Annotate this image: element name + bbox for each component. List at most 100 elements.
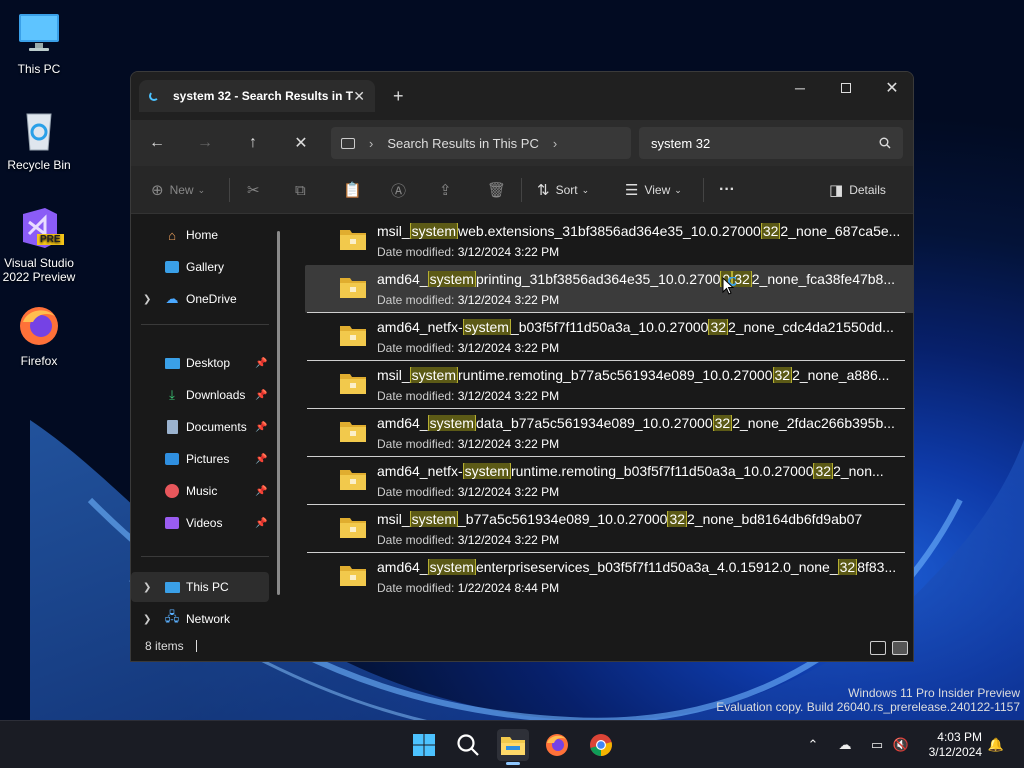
chevron-right-icon[interactable]: ❯ [143, 294, 151, 305]
name-segment: web.extensions_31bf3856ad364e35_10.0.270… [458, 223, 761, 239]
show-hidden-icons-button[interactable]: ⌃ [803, 735, 823, 755]
nav-item-onedrive[interactable]: ❯ ☁ OneDrive [131, 284, 269, 314]
recycle-bin-icon [15, 106, 63, 154]
back-button[interactable]: ← [144, 130, 170, 156]
result-date-modified: Date modified: 3/12/2024 3:22 PM [377, 389, 559, 403]
rename-button[interactable]: Ⓐ [391, 178, 412, 202]
nav-item-gallery[interactable]: Gallery [131, 252, 269, 282]
nav-item-downloads[interactable]: ⤓ Downloads 📌 [131, 380, 269, 410]
breadcrumb-segment[interactable]: Search Results in This PC [387, 136, 539, 151]
forward-button[interactable]: → [192, 130, 218, 156]
result-name: msil_ system runtime.remoting_b77a5c561934… [377, 367, 907, 383]
new-button[interactable]: ⊕ New ⌄ [151, 178, 205, 202]
date-modified-label: Date modified: [377, 341, 458, 355]
delete-button[interactable]: 🗑 [487, 178, 512, 202]
volume-muted-icon[interactable]: 🔇 [891, 735, 911, 755]
search-match-highlight: system [409, 367, 459, 383]
search-button[interactable] [452, 729, 484, 761]
result-row[interactable]: amd64_ system enterpriseservices_b03f5f7f1… [305, 553, 913, 601]
nav-item-network[interactable]: ❯ 🖧 Network [131, 604, 269, 634]
copy-button[interactable]: ⧉ [295, 178, 312, 202]
breadcrumb-chevron-icon: › [369, 135, 374, 151]
result-date-modified: Date modified: 3/12/2024 3:22 PM [377, 293, 559, 307]
music-icon [163, 482, 181, 500]
firefox-icon [546, 734, 568, 756]
desktop-icon-firefox[interactable]: Firefox [1, 302, 77, 368]
maximize-button[interactable] [823, 72, 869, 104]
nav-item-label: Downloads [186, 388, 246, 402]
nav-item-pictures[interactable]: Pictures 📌 [131, 444, 269, 474]
nav-item-documents[interactable]: Documents 📌 [131, 412, 269, 442]
search-match-highlight: system [427, 271, 476, 287]
row-divider [307, 360, 905, 361]
sort-button[interactable]: ⇅ Sort ⌄ [537, 178, 589, 202]
downloads-icon: ⤓ [169, 387, 175, 402]
result-row[interactable]: amd64_netfx-system _b03f5f7f11d50a3a_10.0… [305, 313, 913, 361]
result-row[interactable]: amd64_ system data_b77a5c561934e089_10.0.2… [305, 409, 913, 457]
search-box[interactable]: system 32 [639, 127, 903, 159]
nav-divider [141, 324, 269, 325]
name-segment: data_b77a5c561934e089_10.0.27000 [475, 415, 713, 431]
taskbar-firefox[interactable] [541, 729, 573, 761]
system-clock[interactable]: 4:03 PM 3/12/2024 [918, 730, 982, 760]
desktop-icon-visual-studio[interactable]: PRE Visual Studio 2022 Preview [1, 204, 77, 284]
taskbar-chrome[interactable] [585, 729, 617, 761]
folder-icon [340, 326, 366, 346]
view-button[interactable]: ☰ View ⌄ [625, 178, 682, 202]
details-pane-icon: ◨ [829, 182, 844, 199]
taskbar-file-explorer[interactable] [497, 729, 529, 761]
up-button[interactable]: ↑ [240, 130, 266, 156]
result-date-modified: Date modified: 3/12/2024 3:22 PM [377, 533, 559, 547]
paste-icon: 📋 [343, 182, 362, 199]
display-icon[interactable]: ▭ [867, 735, 887, 755]
divider [521, 178, 522, 202]
evaluation-watermark: Windows 11 Pro Insider Preview Evaluatio… [716, 686, 1020, 714]
search-icon[interactable] [879, 137, 891, 149]
result-row[interactable]: msil_ system runtime.remoting_b77a5c561934… [305, 361, 913, 409]
close-window-button[interactable]: ✕ [869, 72, 913, 104]
desktop-icon-this-pc[interactable]: This PC [1, 10, 77, 76]
nav-item-music[interactable]: Music 📌 [131, 476, 269, 506]
explorer-tab[interactable]: system 32 - Search Results in T ✕ [139, 80, 375, 112]
name-segment: 2_none_a886... [792, 367, 890, 383]
result-row[interactable]: amd64_netfx-system runtime.remoting_b03f5… [305, 457, 913, 505]
row-divider [307, 456, 905, 457]
start-button[interactable] [408, 729, 440, 761]
chevron-right-icon[interactable]: ❯ [143, 614, 151, 625]
date-modified-value: 3/12/2024 3:22 PM [457, 389, 560, 403]
date-modified-value: 3/12/2024 3:22 PM [457, 533, 560, 547]
search-match-highlight: 32 [772, 367, 793, 383]
nav-item-this-pc[interactable]: ❯ This PC [131, 572, 269, 602]
clock-time: 4:03 PM [937, 730, 982, 744]
nav-item-home[interactable]: ⌂ Home [131, 220, 269, 250]
nav-scrollbar[interactable] [277, 231, 280, 595]
date-modified-value: 3/12/2024 3:22 PM [457, 437, 560, 451]
desktop-icon-recycle-bin[interactable]: Recycle Bin [1, 106, 77, 172]
pin-icon: 📌 [255, 485, 268, 497]
result-row[interactable]: amd64_ system printing_31bf3856ad364e35_10… [305, 265, 913, 313]
chevron-right-icon[interactable]: ❯ [143, 582, 151, 593]
address-bar[interactable]: › Search Results in This PC › [331, 127, 631, 159]
minimize-button[interactable]: ─ [777, 72, 823, 104]
notifications-bell-icon[interactable]: 🔔 [986, 735, 1006, 755]
nav-item-desktop[interactable]: Desktop 📌 [131, 348, 269, 378]
cut-button[interactable]: ✂ [247, 178, 266, 202]
more-options-button[interactable]: ··· [719, 178, 735, 202]
breadcrumb-chevron-icon[interactable]: › [553, 136, 557, 151]
date-modified-label: Date modified: [377, 245, 458, 259]
nav-item-videos[interactable]: Videos 📌 [131, 508, 269, 538]
new-tab-button[interactable]: + [393, 86, 404, 107]
result-date-modified: Date modified: 1/22/2024 8:44 PM [377, 581, 559, 595]
tab-close-icon[interactable]: ✕ [353, 88, 365, 105]
details-view-toggle[interactable] [870, 641, 886, 655]
result-row[interactable]: msil_ system web.extensions_31bf3856ad364e… [305, 217, 913, 265]
result-row[interactable]: msil_ system _b77a5c561934e089_10.0.27000 3… [305, 505, 913, 553]
chrome-icon [590, 734, 612, 756]
network-disconnected-icon[interactable]: ☁ [835, 735, 855, 755]
paste-button[interactable]: 📋 [343, 178, 368, 202]
details-pane-button[interactable]: ◨ Details [829, 178, 886, 202]
search-input[interactable]: system 32 [651, 136, 879, 151]
share-button[interactable]: ⇪ [439, 178, 458, 202]
stop-button[interactable]: ✕ [288, 130, 314, 156]
tiles-view-toggle[interactable] [892, 641, 908, 655]
